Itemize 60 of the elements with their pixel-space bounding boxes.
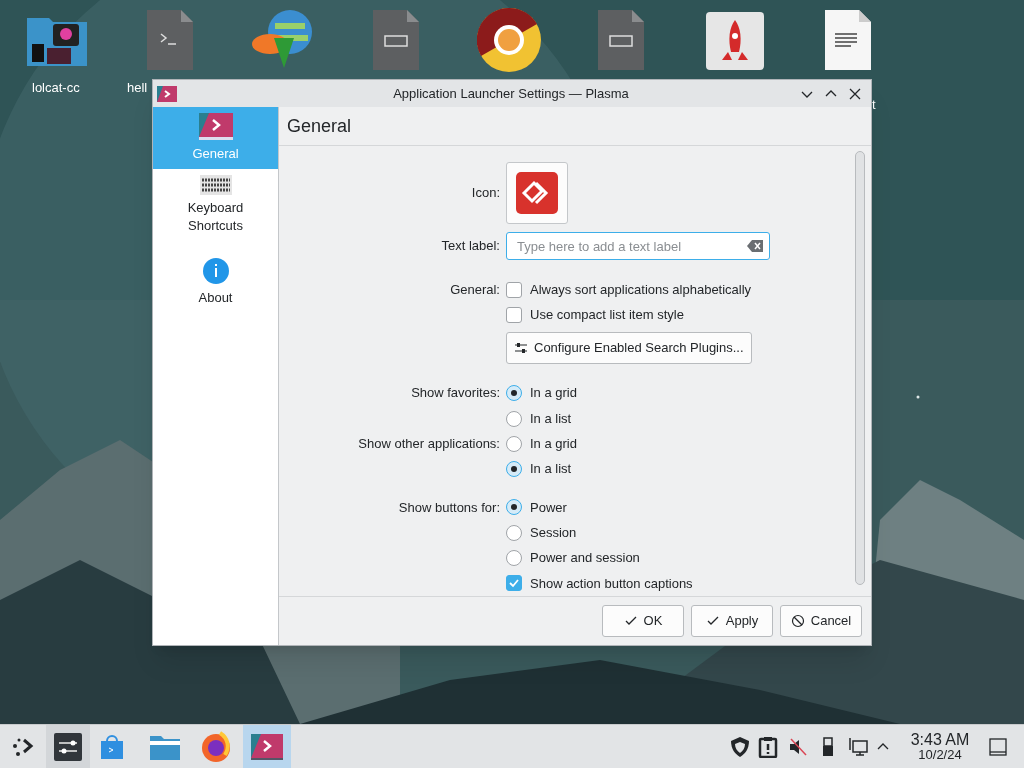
rocket-icon[interactable] xyxy=(706,12,764,70)
desktop-icon-label[interactable]: hell xyxy=(127,78,148,98)
store-icon[interactable] xyxy=(98,732,126,761)
clear-icon[interactable] xyxy=(747,240,763,252)
info-icon xyxy=(201,257,230,285)
checkbox-label[interactable]: Use compact list item style xyxy=(530,305,684,325)
cancel-button[interactable]: Cancel xyxy=(780,605,862,637)
ok-button[interactable]: OK xyxy=(602,605,684,637)
scrollbar[interactable] xyxy=(855,151,865,585)
text-label-field[interactable]: Type here to add a text label xyxy=(506,232,770,260)
radio-label[interactable]: In a grid xyxy=(530,383,577,403)
apply-button[interactable]: Apply xyxy=(691,605,773,637)
file-icon[interactable] xyxy=(598,10,644,70)
launcher-icon xyxy=(198,113,233,141)
cancel-icon xyxy=(790,614,805,628)
radio-button[interactable] xyxy=(506,499,522,516)
radio-label[interactable]: In a grid xyxy=(530,434,577,454)
clock-date[interactable]: 10/2/24 xyxy=(918,748,962,761)
sliders-icon xyxy=(54,732,82,761)
page-title: General xyxy=(287,114,352,138)
field-label: General: xyxy=(450,281,500,297)
checkbox-label[interactable]: Show action button captions xyxy=(530,573,693,594)
radio-label[interactable]: Power xyxy=(530,497,567,518)
field-label: Show buttons for: xyxy=(398,499,500,515)
radio-label[interactable]: In a list xyxy=(530,459,572,479)
text-file-icon[interactable] xyxy=(825,10,871,70)
shield-icon[interactable] xyxy=(729,735,751,758)
sliders-icon xyxy=(514,340,528,355)
checkbox-label[interactable]: Always sort applications alphabetically xyxy=(530,279,752,300)
checkbox[interactable] xyxy=(506,281,522,298)
radio-button[interactable] xyxy=(506,435,522,452)
checkbox[interactable] xyxy=(506,575,522,592)
clipboard-alert-icon[interactable] xyxy=(757,735,779,758)
radio-button[interactable] xyxy=(506,550,522,566)
file-icon[interactable] xyxy=(373,10,419,70)
launcher-icon xyxy=(157,85,177,102)
radio-button[interactable] xyxy=(506,385,522,402)
field-label: Show favorites: xyxy=(411,385,500,401)
mixer-task-button[interactable] xyxy=(46,725,90,768)
launcher-icon xyxy=(251,733,283,760)
keyboard-icon xyxy=(199,175,232,195)
window-title: Application Launcher Settings — Plasma xyxy=(393,84,629,103)
settings-task-button[interactable] xyxy=(243,725,291,768)
show-desktop-icon[interactable] xyxy=(989,737,1007,756)
field-label: Icon: xyxy=(471,185,500,201)
configure-plugins-button[interactable]: Configure Enabled Search Plugins... xyxy=(506,331,752,364)
clock-time[interactable]: 3:43 AM xyxy=(910,732,970,748)
radio-label[interactable]: In a list xyxy=(530,408,572,429)
radio-button[interactable] xyxy=(506,524,522,541)
browser-icon[interactable] xyxy=(200,730,232,763)
icon-button[interactable] xyxy=(506,162,568,224)
checkbox[interactable] xyxy=(506,306,522,323)
network-icon[interactable] xyxy=(847,735,869,758)
desktop-icon-label[interactable]: lolcat-cc xyxy=(32,78,80,98)
field-label: Show other applications: xyxy=(358,436,500,452)
field-label: Text label: xyxy=(441,238,500,254)
radio-label[interactable]: Power and session xyxy=(530,548,640,568)
radio-button[interactable] xyxy=(506,410,522,427)
radio-button[interactable] xyxy=(506,461,522,478)
radio-label[interactable]: Session xyxy=(530,522,577,543)
